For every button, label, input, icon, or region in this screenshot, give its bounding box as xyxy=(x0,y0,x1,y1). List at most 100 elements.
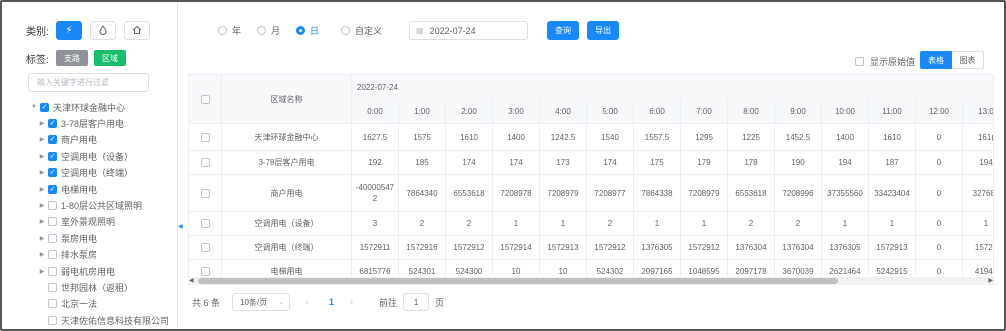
table-cell: 1575 xyxy=(399,124,446,151)
show-original-checkbox[interactable] xyxy=(855,57,864,66)
caret-right-icon[interactable]: ▶ xyxy=(37,235,47,242)
tree-node-checkbox[interactable]: ✓ xyxy=(48,184,57,194)
goto-page-input[interactable]: 1 xyxy=(403,293,430,311)
lightning-icon: ⚡ xyxy=(65,24,73,36)
tree-filter-input[interactable]: 输入关键字进行过滤 xyxy=(28,73,149,92)
tree-node-checkbox[interactable]: ✓ xyxy=(40,102,49,112)
tree-node-checkbox[interactable]: ✓ xyxy=(48,151,57,161)
caret-right-icon[interactable]: ▶ xyxy=(37,186,47,193)
table-cell: 7864340 xyxy=(399,175,446,212)
column-header-hour: 8:00 xyxy=(728,100,775,124)
next-page-icon[interactable]: › xyxy=(350,297,353,307)
tree-node[interactable]: 世邦园林（返租） xyxy=(29,279,177,295)
chart-view-button[interactable]: 图表 xyxy=(952,51,984,69)
tree-node-checkbox[interactable]: ✓ xyxy=(48,119,57,129)
tag-area[interactable]: 区域 xyxy=(94,50,126,66)
row-checkbox[interactable] xyxy=(200,243,210,252)
tree-node[interactable]: ▶ ✓ 商户用电 xyxy=(29,132,177,148)
row-select-cell xyxy=(189,175,222,212)
tree-node[interactable]: ▶ ✓ 空调用电（设备） xyxy=(29,148,177,164)
tree-node[interactable]: ▶ 1-80层公共区域照明 xyxy=(29,197,177,213)
period-radio[interactable]: 自定义 xyxy=(341,24,382,37)
row-checkbox[interactable] xyxy=(200,219,210,228)
caret-right-icon[interactable]: ▶ xyxy=(37,218,47,225)
select-all-checkbox[interactable] xyxy=(200,94,210,104)
column-header-hour: 4:00 xyxy=(540,100,587,124)
date-picker[interactable]: ▦ 2022-07-24 xyxy=(409,21,528,40)
caret-right-icon[interactable]: ▶ xyxy=(37,136,47,143)
tree-node-checkbox[interactable] xyxy=(48,217,57,227)
tree-node-checkbox[interactable] xyxy=(48,266,57,276)
tree-node-checkbox[interactable] xyxy=(48,315,57,325)
tag-branch[interactable]: 支路 xyxy=(56,50,88,66)
scroll-right-icon[interactable]: ▶ xyxy=(988,277,993,285)
table-view-button[interactable]: 表格 xyxy=(920,51,952,69)
scrollbar-thumb[interactable] xyxy=(198,278,838,284)
row-checkbox[interactable] xyxy=(200,267,210,276)
table-cell: 1 xyxy=(493,212,540,236)
water-category-button[interactable] xyxy=(90,20,116,40)
row-name: 空调用电（终端） xyxy=(222,236,352,260)
caret-right-icon[interactable]: ▶ xyxy=(37,202,47,209)
table-cell: 1376304 xyxy=(728,236,775,260)
tree-node-checkbox[interactable] xyxy=(48,233,57,243)
radio-label: 年 xyxy=(232,25,242,36)
tree-node[interactable]: ▶ ✓ 电梯用电 xyxy=(29,181,177,197)
tree-node[interactable]: ▶ 排水泵房 xyxy=(29,247,177,263)
page-size-select[interactable]: 10条/页 ⌄ xyxy=(232,293,291,311)
tree-node[interactable]: ▶ 泵房用电 xyxy=(29,230,177,246)
tree-node[interactable]: ▶ 室外景观照明 xyxy=(29,214,177,230)
caret-right-icon[interactable]: ▶ xyxy=(37,120,47,127)
radio-dot[interactable] xyxy=(341,25,351,35)
period-radio[interactable]: 月 xyxy=(257,24,280,37)
tree-node[interactable]: 天津佐佑信息科技有限公司 xyxy=(29,312,177,328)
tree-node[interactable]: 北京一法 xyxy=(29,296,177,312)
column-header-hour: 2:00 xyxy=(446,100,493,124)
row-checkbox[interactable] xyxy=(200,158,210,167)
column-header-hour: 12:00 xyxy=(916,100,963,124)
query-button[interactable]: 查询 xyxy=(547,21,579,40)
tree-node-label: 北京一法 xyxy=(61,299,98,310)
radio-dot[interactable] xyxy=(257,25,267,35)
caret-down-icon[interactable]: ▼ xyxy=(29,104,39,110)
table-cell: 3 xyxy=(352,212,399,236)
electricity-category-button[interactable]: ⚡ xyxy=(56,20,82,40)
tree-node-checkbox[interactable] xyxy=(48,201,57,211)
table-cell: 1 xyxy=(634,212,681,236)
tree-node-checkbox[interactable]: ✓ xyxy=(48,168,57,178)
show-original-toggle[interactable]: 显示原始值 xyxy=(855,55,915,68)
period-radio[interactable]: 日 xyxy=(296,24,319,37)
tree-node[interactable]: ▼ ✓ 天津环球金融中心 xyxy=(29,99,177,115)
radio-label: 月 xyxy=(271,25,281,36)
caret-right-icon[interactable]: ▶ xyxy=(37,251,47,258)
table-cell: 1242.5 xyxy=(540,124,587,151)
radio-dot[interactable] xyxy=(296,25,306,35)
row-name: 天津环球金融中心 xyxy=(222,124,352,151)
scroll-left-icon[interactable]: ◀ xyxy=(189,277,194,285)
export-button[interactable]: 导出 xyxy=(587,21,619,40)
tree-node-checkbox[interactable] xyxy=(48,250,57,260)
row-name: 3-78层客户用电 xyxy=(222,151,352,175)
row-checkbox[interactable] xyxy=(200,132,210,142)
building-category-button[interactable] xyxy=(124,20,150,40)
row-checkbox[interactable] xyxy=(200,188,210,198)
horizontal-scrollbar[interactable]: ◀ ▶ xyxy=(188,277,994,285)
tree-node-checkbox[interactable] xyxy=(48,299,57,309)
tree-node-checkbox[interactable] xyxy=(48,282,57,292)
caret-right-icon[interactable]: ▶ xyxy=(37,169,47,176)
period-radio[interactable]: 年 xyxy=(218,24,241,37)
column-header-hour: 10:00 xyxy=(822,100,869,124)
caret-right-icon[interactable]: ▶ xyxy=(37,268,47,275)
radio-dot[interactable] xyxy=(218,25,227,35)
table-cell: 0 xyxy=(916,175,963,212)
collapse-panel-icon[interactable]: ◀ xyxy=(178,223,183,230)
tree-node-checkbox[interactable]: ✓ xyxy=(48,135,57,145)
caret-right-icon[interactable]: ▶ xyxy=(37,153,47,160)
tree-node[interactable]: ▶ ✓ 空调用电（终端） xyxy=(29,165,177,181)
table-cell: 194 xyxy=(963,151,993,175)
table-cell: 7208978 xyxy=(493,175,540,212)
tree-node[interactable]: ▶ 弱电机房用电 xyxy=(29,263,177,279)
current-page[interactable]: 1 xyxy=(329,297,334,307)
prev-page-icon[interactable]: ‹ xyxy=(306,297,309,307)
tree-node[interactable]: ▶ ✓ 3-78层客户用电 xyxy=(29,115,177,131)
